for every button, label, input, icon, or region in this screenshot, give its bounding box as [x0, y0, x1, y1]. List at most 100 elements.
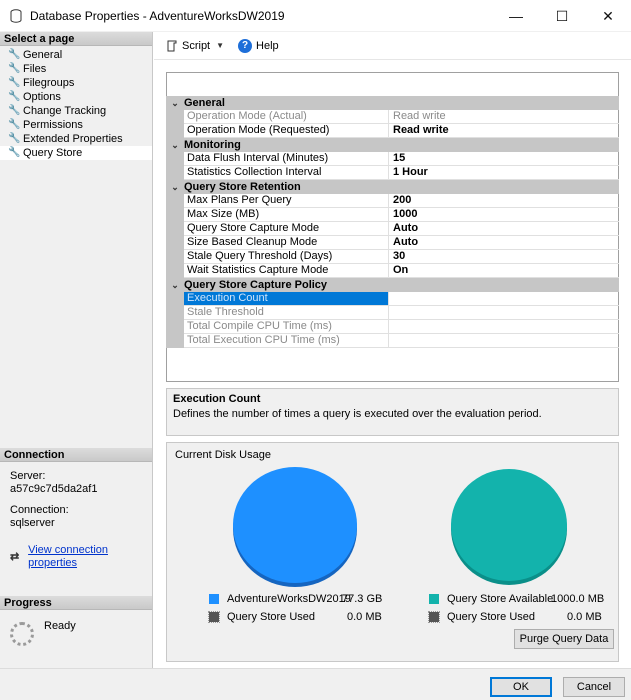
script-button[interactable]: Script ▼	[166, 40, 224, 52]
property-value[interactable]: Read write	[389, 124, 619, 138]
left-pane: Select a page 🔧 General 🔧 Files 🔧 Filegroup…	[0, 32, 153, 668]
property-row[interactable]: Data Flush Interval (Minutes) 15	[166, 152, 619, 166]
help-label: Help	[256, 39, 279, 52]
property-row[interactable]: Total Compile CPU Time (ms)	[166, 320, 619, 334]
wrench-icon: 🔧	[8, 105, 21, 116]
property-category[interactable]: ⌄ Monitoring	[166, 138, 619, 152]
help-button[interactable]: ? Help	[238, 38, 279, 53]
connection-label: Connection:	[10, 504, 69, 516]
progress-section: Progress Ready	[0, 596, 152, 656]
property-row[interactable]: Max Plans Per Query 200	[166, 194, 619, 208]
disk-usage-panel: Current Disk Usage AdventureWorksDW2019 …	[166, 442, 619, 662]
view-connection-properties-link[interactable]: View connection properties	[28, 544, 142, 570]
dialog-footer: OK Cancel	[0, 668, 631, 700]
property-value: Read write	[389, 110, 619, 124]
property-name: Query Store Capture Mode	[184, 222, 389, 236]
page-item-permissions[interactable]: 🔧 Permissions	[0, 118, 152, 132]
property-name: Operation Mode (Actual)	[184, 110, 389, 124]
page-item-label: Query Store	[23, 147, 83, 159]
property-value[interactable]: On	[389, 264, 619, 278]
property-category[interactable]: ⌄ Query Store Capture Policy	[166, 278, 619, 292]
property-row[interactable]: Operation Mode (Actual) Read write	[166, 110, 619, 124]
page-item-query-store[interactable]: 🔧 Query Store	[0, 146, 152, 160]
property-name: Total Execution CPU Time (ms)	[184, 334, 389, 348]
property-row[interactable]: Wait Statistics Capture Mode On	[166, 264, 619, 278]
page-item-options[interactable]: 🔧 Options	[0, 90, 152, 104]
legend-qs-used-right-value-row: 0.0 MB	[567, 611, 602, 623]
property-row[interactable]: Max Size (MB) 1000	[166, 208, 619, 222]
legend-qs-available-value-row: 1000.0 MB	[551, 593, 604, 605]
wrench-icon: 🔧	[8, 63, 21, 74]
ok-button[interactable]: OK	[490, 677, 552, 697]
property-name: Max Plans Per Query	[184, 194, 389, 208]
page-item-label: General	[23, 49, 63, 61]
script-label: Script	[182, 39, 211, 52]
category-label: General	[184, 97, 225, 109]
property-row[interactable]: Stale Query Threshold (Days) 30	[166, 250, 619, 264]
connection-header: Connection	[0, 448, 152, 462]
property-value	[389, 334, 619, 348]
collapse-icon[interactable]: ⌄	[166, 98, 184, 109]
property-row[interactable]: Total Execution CPU Time (ms)	[166, 334, 619, 348]
row-margin	[166, 166, 184, 180]
maximize-button[interactable]: ☐	[539, 0, 585, 32]
page-item-general[interactable]: 🔧 General	[0, 48, 152, 62]
row-margin	[166, 236, 184, 250]
property-row[interactable]: Execution Count	[166, 292, 619, 306]
property-category[interactable]: ⌄ Query Store Retention	[166, 180, 619, 194]
legend-qs-used-right: Query Store Used	[428, 611, 535, 623]
legend-swatch	[429, 594, 439, 604]
property-value[interactable]: 15	[389, 152, 619, 166]
property-value[interactable]: 1 Hour	[389, 166, 619, 180]
property-name: Execution Count	[184, 292, 389, 306]
close-button[interactable]: ✕	[585, 0, 631, 32]
legend-value: 0.0 MB	[567, 611, 602, 623]
property-value[interactable]: Auto	[389, 236, 619, 250]
row-margin	[166, 250, 184, 264]
property-value[interactable]: 1000	[389, 208, 619, 222]
property-row[interactable]: Size Based Cleanup Mode Auto	[166, 236, 619, 250]
property-category[interactable]: ⌄ General	[166, 96, 619, 110]
page-item-label: Extended Properties	[23, 133, 123, 145]
property-row[interactable]: Query Store Capture Mode Auto	[166, 222, 619, 236]
page-item-label: Options	[23, 91, 61, 103]
cancel-button[interactable]: Cancel	[563, 677, 625, 697]
row-margin	[166, 306, 184, 320]
row-margin	[166, 222, 184, 236]
property-name: Data Flush Interval (Minutes)	[184, 152, 389, 166]
property-list: ⌄ General Operation Mode (Actual) Read writ…	[166, 96, 619, 348]
select-page-header: Select a page	[0, 32, 152, 46]
page-item-change-tracking[interactable]: 🔧 Change Tracking	[0, 104, 152, 118]
page-item-extended-properties[interactable]: 🔧 Extended Properties	[0, 132, 152, 146]
row-margin	[166, 208, 184, 222]
collapse-icon[interactable]: ⌄	[166, 140, 184, 151]
property-name: Stale Threshold	[184, 306, 389, 320]
page-item-files[interactable]: 🔧 Files	[0, 62, 152, 76]
purge-query-data-button[interactable]: Purge Query Data	[514, 629, 614, 649]
script-icon	[167, 40, 177, 51]
legend-value: 0.0 MB	[347, 611, 382, 623]
collapse-icon[interactable]: ⌄	[166, 280, 184, 291]
progress-status: Ready	[44, 620, 76, 632]
database-icon	[10, 9, 22, 23]
page-item-label: Filegroups	[23, 77, 75, 89]
legend-database-value-row: 77.3 GB	[342, 593, 382, 605]
property-row[interactable]: Statistics Collection Interval 1 Hour	[166, 166, 619, 180]
page-item-label: Files	[23, 63, 47, 75]
legend-swatch	[428, 611, 440, 623]
connection-section: Connection Server: a57c9c7d5da2af1 Conne…	[0, 448, 152, 578]
minimize-button[interactable]: —	[493, 0, 539, 32]
row-margin	[166, 334, 184, 348]
row-margin	[166, 292, 184, 306]
property-row[interactable]: Operation Mode (Requested) Read write	[166, 124, 619, 138]
property-value[interactable]: 30	[389, 250, 619, 264]
toolbar: Script ▼ ? Help	[154, 32, 631, 60]
property-value[interactable]: Auto	[389, 222, 619, 236]
property-value[interactable]: 200	[389, 194, 619, 208]
property-row[interactable]: Stale Threshold	[166, 306, 619, 320]
page-item-filegroups[interactable]: 🔧 Filegroups	[0, 76, 152, 90]
collapse-icon[interactable]: ⌄	[166, 182, 184, 193]
window-title: Database Properties - AdventureWorksDW20…	[30, 9, 285, 23]
help-icon: ?	[238, 38, 253, 53]
chevron-down-icon[interactable]: ▼	[216, 41, 224, 50]
